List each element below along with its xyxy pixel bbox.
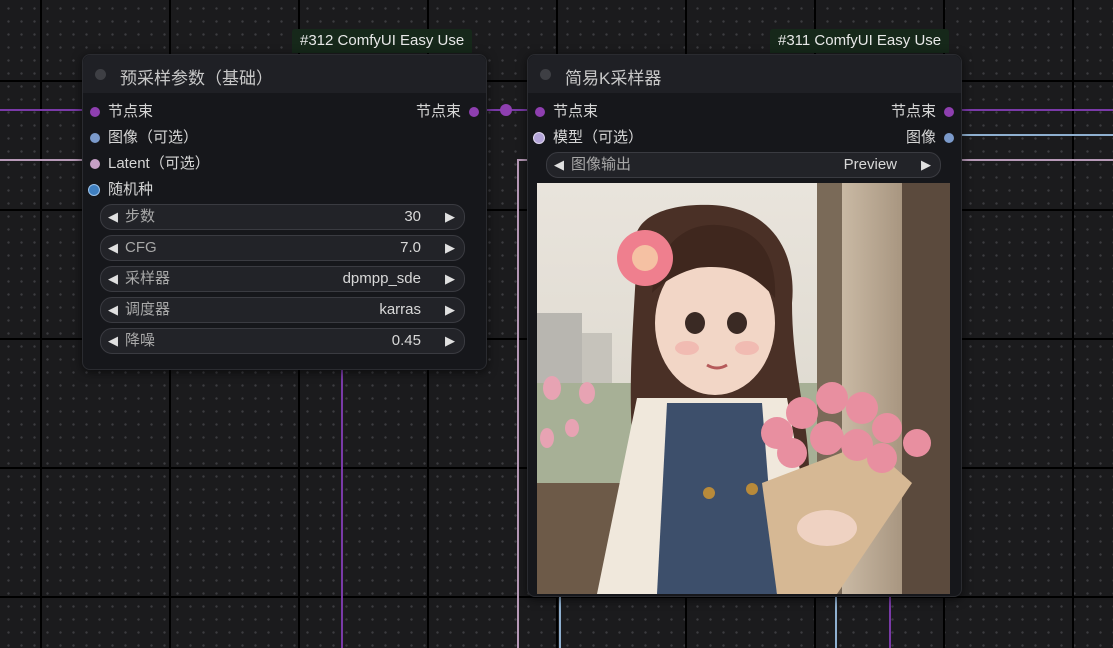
input-port-image[interactable]: 图像（可选）	[83, 128, 383, 148]
node-title: 预采样参数（基础）	[120, 69, 273, 88]
generated-image-illustration	[537, 183, 950, 594]
wire-pink-down	[517, 159, 527, 648]
port-dot-icon[interactable]	[535, 107, 545, 117]
port-dot-icon[interactable]	[533, 132, 545, 144]
node-titlebar[interactable]: 预采样参数（基础）	[83, 55, 486, 93]
output-port-bundle-label: 节点束	[890, 103, 936, 120]
increment-arrow-icon[interactable]: ▶	[921, 153, 931, 177]
output-port-image-label: 图像	[905, 129, 936, 146]
decrement-arrow-icon[interactable]: ◀	[554, 153, 564, 177]
collapse-dot-icon[interactable]	[95, 69, 106, 80]
port-dot-icon[interactable]	[88, 184, 100, 196]
port-dot-icon[interactable]	[90, 159, 100, 169]
decrement-arrow-icon[interactable]: ◀	[108, 298, 118, 322]
node-titlebar[interactable]: 简易K采样器	[528, 55, 961, 93]
input-port-bundle[interactable]: 节点束 节点束	[528, 102, 961, 122]
decrement-arrow-icon[interactable]: ◀	[108, 236, 118, 260]
widget-scheduler[interactable]: ◀ 调度器 karras ▶	[100, 297, 465, 323]
input-port-seed[interactable]: 随机种	[83, 180, 383, 200]
input-port-model[interactable]: 模型（可选） 图像	[528, 128, 961, 148]
widget-sampler[interactable]: ◀ 采样器 dpmpp_sde ▶	[100, 266, 465, 292]
decrement-arrow-icon[interactable]: ◀	[108, 205, 118, 229]
preview-image[interactable]	[537, 183, 950, 594]
port-dot-icon[interactable]	[90, 107, 100, 117]
widget-steps[interactable]: ◀ 步数 30 ▶	[100, 204, 465, 230]
wire-reroute-dot	[500, 104, 512, 116]
widget-denoise[interactable]: ◀ 降噪 0.45 ▶	[100, 328, 465, 354]
output-port-dot-icon[interactable]	[944, 107, 954, 117]
increment-arrow-icon[interactable]: ▶	[445, 298, 455, 322]
increment-arrow-icon[interactable]: ▶	[445, 236, 455, 260]
output-port-bundle-label: 节点束	[415, 103, 461, 120]
node-title: 简易K采样器	[565, 69, 662, 88]
output-port-dot-icon[interactable]	[469, 107, 479, 117]
increment-arrow-icon[interactable]: ▶	[445, 267, 455, 291]
decrement-arrow-icon[interactable]: ◀	[108, 329, 118, 353]
output-port-dot-icon[interactable]	[944, 133, 954, 143]
input-port-latent[interactable]: Latent（可选）	[83, 154, 383, 174]
input-port-bundle[interactable]: 节点束 节点束	[83, 102, 486, 122]
increment-arrow-icon[interactable]: ▶	[445, 205, 455, 229]
widget-image-output[interactable]: ◀ 图像输出 Preview ▶	[546, 152, 941, 178]
collapse-dot-icon[interactable]	[540, 69, 551, 80]
node-presampling-params[interactable]: 预采样参数（基础） 节点束 节点束 图像（可选） Latent（可选） 随机种 …	[82, 54, 487, 370]
widget-cfg[interactable]: ◀ CFG 7.0 ▶	[100, 235, 465, 261]
decrement-arrow-icon[interactable]: ◀	[108, 267, 118, 291]
node-badge-312: #312 ComfyUI Easy Use	[292, 29, 473, 53]
increment-arrow-icon[interactable]: ▶	[445, 329, 455, 353]
node-badge-311: #311 ComfyUI Easy Use	[770, 29, 950, 53]
port-dot-icon[interactable]	[90, 133, 100, 143]
